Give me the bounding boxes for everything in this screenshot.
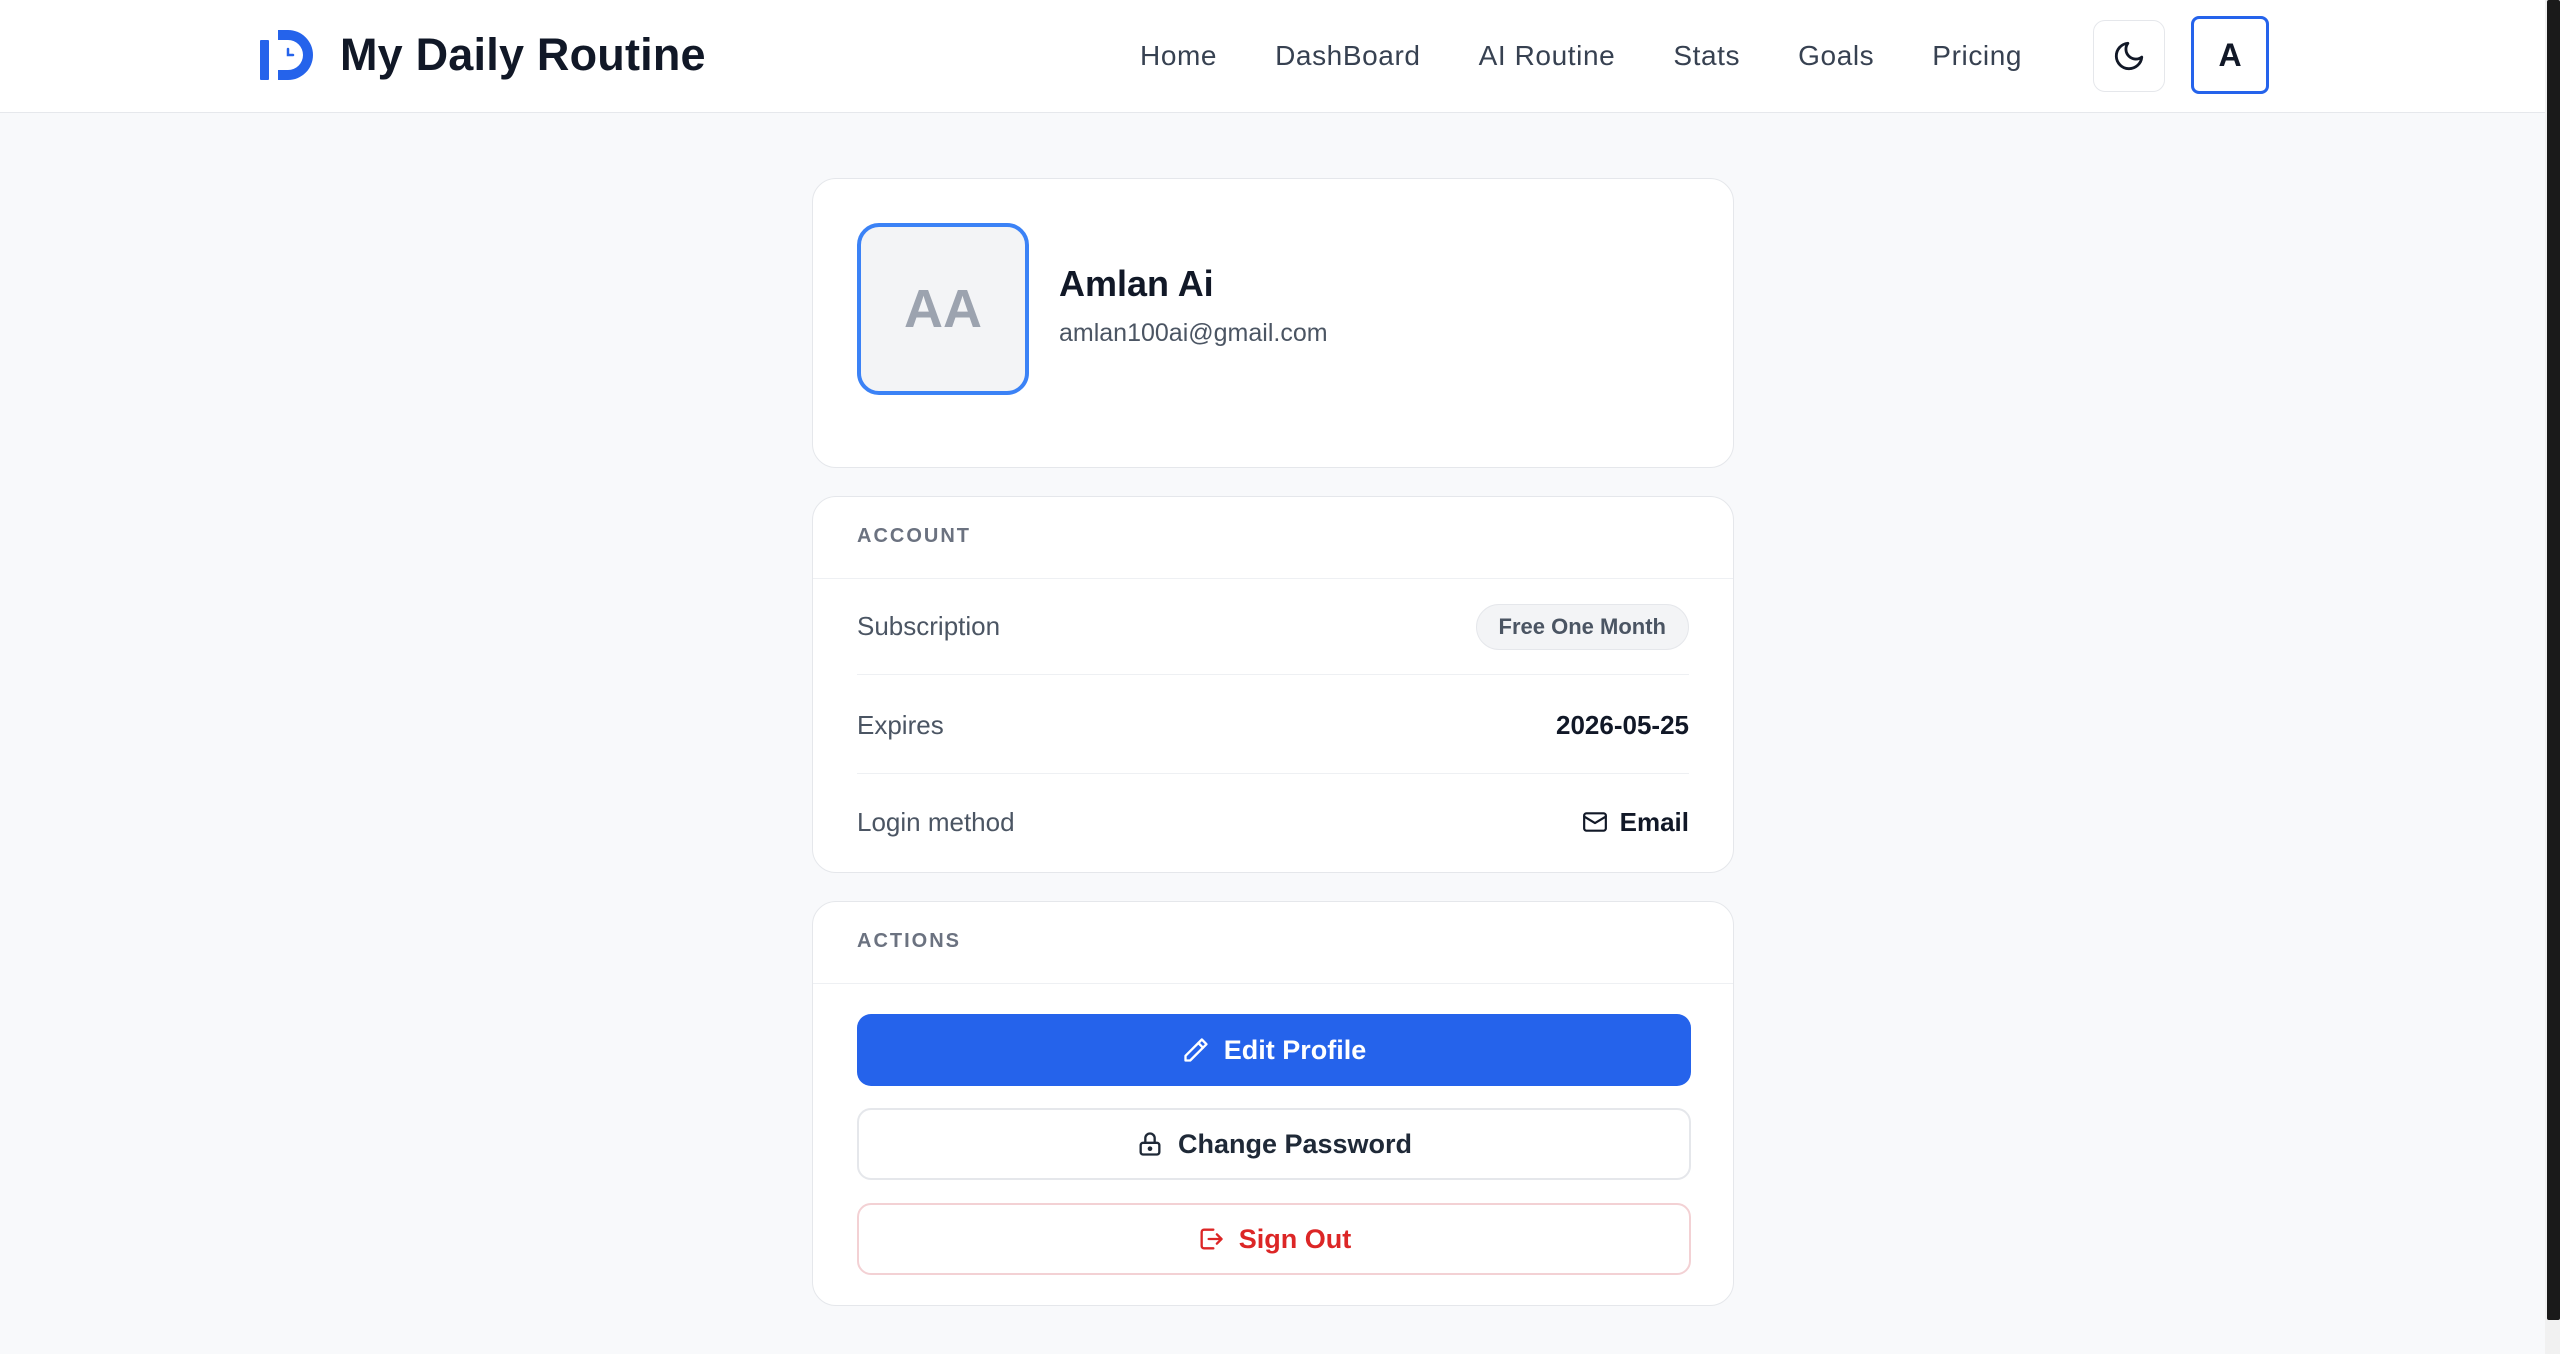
login-method-text: Email <box>1619 806 1689 837</box>
theme-toggle-button[interactable] <box>2093 20 2165 92</box>
subscription-label: Subscription <box>857 611 1001 641</box>
change-password-label: Change Password <box>1177 1128 1413 1159</box>
edit-profile-label: Edit Profile <box>1223 1034 1367 1065</box>
app-logo-icon <box>260 30 313 80</box>
nav-pricing[interactable]: Pricing <box>1932 40 2022 72</box>
nav-dashboard[interactable]: DashBoard <box>1275 40 1420 72</box>
edit-profile-button[interactable]: Edit Profile <box>857 1014 1691 1086</box>
section-divider <box>813 983 1733 984</box>
subscription-row: Subscription Free One Month <box>857 579 1689 675</box>
expires-label: Expires <box>857 710 944 740</box>
profile-avatar[interactable]: AA <box>857 223 1029 395</box>
main-nav: Home DashBoard AI Routine Stats Goals Pr… <box>1140 30 2080 82</box>
subscription-badge: Free One Month <box>1475 603 1689 650</box>
actions-card: ACTIONS Edit Profile Change Password Sig… <box>812 901 1734 1306</box>
profile-card: AA Amlan Ai amlan100ai@gmail.com <box>812 178 1734 468</box>
nav-ai-routine[interactable]: AI Routine <box>1479 40 1616 72</box>
login-method-value: Email <box>1582 807 1689 838</box>
nav-goals[interactable]: Goals <box>1798 40 1874 72</box>
account-card: ACCOUNT Subscription Free One Month Expi… <box>812 496 1734 873</box>
expires-row: Expires 2026-05-25 <box>857 678 1689 774</box>
log-out-icon <box>1200 1228 1223 1250</box>
change-password-button[interactable]: Change Password <box>857 1108 1691 1180</box>
user-menu-button[interactable]: A <box>2191 16 2269 94</box>
sign-out-label: Sign Out <box>1238 1223 1352 1254</box>
pencil-icon <box>1184 1038 1208 1062</box>
moon-icon <box>2114 41 2144 71</box>
nav-stats[interactable]: Stats <box>1673 40 1740 72</box>
expires-value: 2026-05-25 <box>1556 710 1689 740</box>
account-section-label: ACCOUNT <box>857 525 971 547</box>
brand-title: My Daily Routine <box>340 29 706 80</box>
actions-section-label: ACTIONS <box>857 930 961 952</box>
scrollbar-thumb[interactable] <box>2547 0 2560 1320</box>
nav-home[interactable]: Home <box>1140 40 1217 72</box>
brand[interactable]: My Daily Routine <box>258 22 706 88</box>
top-navbar: My Daily Routine Home DashBoard AI Routi… <box>0 0 2545 113</box>
login-method-label: Login method <box>857 806 1015 837</box>
sign-out-button[interactable]: Sign Out <box>857 1203 1691 1275</box>
profile-name: Amlan Ai <box>1059 263 1214 304</box>
profile-email: amlan100ai@gmail.com <box>1059 319 1328 347</box>
lock-icon <box>1139 1132 1161 1156</box>
login-method-row: Login method Email <box>857 774 1689 870</box>
mail-icon <box>1582 812 1607 832</box>
